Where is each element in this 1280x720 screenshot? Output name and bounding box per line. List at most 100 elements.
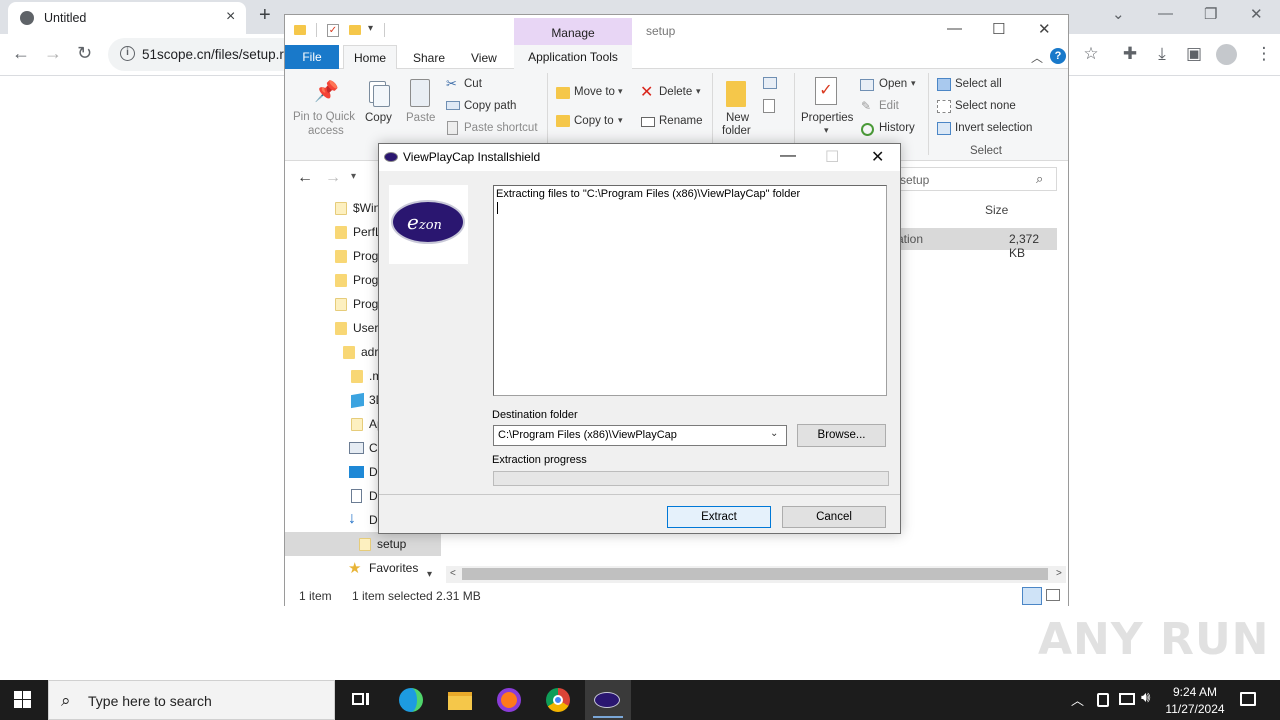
collapse-ribbon-icon[interactable]: ︿ <box>1031 49 1043 66</box>
notifications-icon[interactable] <box>1240 692 1256 706</box>
new-folder-qat-icon[interactable] <box>349 25 361 35</box>
qat-dropdown-icon[interactable]: ▾ <box>368 23 373 34</box>
task-view-icon[interactable] <box>346 686 376 714</box>
network-icon[interactable] <box>1119 693 1135 705</box>
help-icon[interactable]: ? <box>1050 48 1066 64</box>
new-item-icon[interactable] <box>763 77 777 89</box>
browse-button[interactable]: Browse... <box>797 424 886 447</box>
details-view-icon[interactable] <box>1022 587 1042 605</box>
taskbar-search[interactable]: ⌕ Type here to search <box>48 680 335 720</box>
easy-access-icon[interactable] <box>763 99 775 113</box>
clock[interactable]: 9:24 AM 11/27/2024 <box>1160 685 1230 717</box>
start-button[interactable] <box>14 691 32 709</box>
new-tab-button[interactable]: + <box>259 4 271 27</box>
tree-scroll-down-icon[interactable]: ▾ <box>427 569 432 580</box>
horizontal-scrollbar[interactable]: < > <box>446 566 1066 583</box>
edge-icon[interactable] <box>396 686 426 714</box>
rename-button[interactable]: Rename <box>659 115 702 127</box>
side-panel-icon[interactable]: ▣ <box>1184 44 1204 64</box>
open-button[interactable]: Open <box>879 78 907 90</box>
bookmark-star-icon[interactable]: ☆ <box>1081 44 1101 64</box>
cancel-button[interactable]: Cancel <box>782 506 886 528</box>
tab-application-tools[interactable]: Application Tools <box>514 45 632 69</box>
downloads-arrow-icon: ↓ <box>348 510 356 527</box>
close-icon[interactable]: ✕ <box>871 147 884 167</box>
minimize-icon[interactable]: — <box>1158 5 1173 22</box>
tree-item-label: Prog <box>353 297 379 311</box>
download-icon[interactable]: ⤓ <box>1152 44 1172 64</box>
search-icon[interactable]: ⌕ <box>1036 171 1043 187</box>
site-info-icon[interactable]: i <box>120 46 135 61</box>
qat-divider <box>316 23 317 37</box>
viewplaycap-taskbar-icon[interactable] <box>593 685 623 718</box>
chevron-down-icon: ▾ <box>696 86 701 96</box>
large-icons-view-icon[interactable] <box>1046 589 1060 601</box>
scroll-right-icon[interactable]: > <box>1056 568 1062 579</box>
scroll-thumb[interactable] <box>462 568 1048 580</box>
new-folder-label-2[interactable]: folder <box>722 125 751 137</box>
tree-item[interactable]: ★ Favorites <box>285 556 441 580</box>
cut-button[interactable]: Cut <box>464 78 482 90</box>
new-folder-label-1[interactable]: New <box>726 112 749 124</box>
network-drive-icon[interactable] <box>1097 693 1109 707</box>
select-all-button[interactable]: Select all <box>955 78 1002 90</box>
tab-home[interactable]: Home <box>343 45 397 70</box>
menu-kebab-icon[interactable]: ⋮ <box>1254 44 1274 64</box>
maximize-icon: ☐ <box>825 149 840 166</box>
scroll-left-icon[interactable]: < <box>450 568 456 579</box>
progress-label: Extraction progress <box>492 454 587 466</box>
tray-chevron-up-icon[interactable]: ︿ <box>1071 690 1084 709</box>
delete-button[interactable]: Delete <box>659 86 692 98</box>
forward-icon[interactable]: → <box>44 43 62 64</box>
destination-folder-combobox[interactable]: C:\Program Files (x86)\ViewPlayCap ⌄ <box>493 425 787 446</box>
select-none-button[interactable]: Select none <box>955 100 1016 112</box>
recent-locations-icon[interactable]: ▾ <box>351 171 356 182</box>
file-row[interactable]: ation 2,372 KB <box>891 228 1057 260</box>
tab-view[interactable]: View <box>471 51 497 65</box>
copy-to-button[interactable]: Copy to <box>574 115 614 127</box>
tree-item-selected[interactable]: setup <box>285 532 441 556</box>
volume-icon[interactable]: 🔊︎ <box>1141 689 1150 706</box>
maximize-icon[interactable]: ☐ <box>992 20 1005 38</box>
profile-avatar-icon[interactable] <box>1216 44 1237 65</box>
address-bar[interactable]: i 51scope.cn/files/setup.r <box>108 38 308 71</box>
restore-icon[interactable]: ❐ <box>1204 5 1217 23</box>
move-to-button[interactable]: Move to <box>574 86 615 98</box>
history-icon <box>861 123 874 136</box>
manage-contextual-tab[interactable]: Manage <box>514 18 632 45</box>
properties-icon: ✓ <box>815 77 837 105</box>
close-icon[interactable]: ✕ <box>1250 5 1263 23</box>
tab-search-icon[interactable]: ⌄ <box>1112 5 1125 23</box>
search-box[interactable]: setup ⌕ <box>891 167 1057 191</box>
back-icon[interactable]: ← <box>12 43 30 64</box>
tab-file[interactable]: File <box>285 45 339 69</box>
contacts-icon <box>349 442 364 454</box>
invert-selection-button[interactable]: Invert selection <box>955 122 1032 134</box>
extract-button[interactable]: Extract <box>667 506 771 528</box>
search-text: setup <box>900 173 930 187</box>
tab-share[interactable]: Share <box>413 51 445 65</box>
reload-icon[interactable]: ↻ <box>77 43 92 64</box>
chevron-down-icon[interactable]: ⌄ <box>770 428 778 439</box>
close-tab-icon[interactable]: × <box>226 8 235 26</box>
history-button[interactable]: History <box>879 122 915 134</box>
minimize-icon[interactable]: — <box>947 20 962 37</box>
firefox-icon[interactable] <box>494 686 524 714</box>
properties-button[interactable]: Properties <box>801 112 853 124</box>
minimize-icon[interactable]: — <box>780 147 796 165</box>
tree-item-label: adr <box>361 345 379 359</box>
column-header-size[interactable]: Size <box>985 203 1008 217</box>
copy-path-button[interactable]: Copy path <box>464 100 516 112</box>
forward-icon[interactable]: → <box>325 169 341 187</box>
file-explorer-icon[interactable] <box>445 686 475 714</box>
paste-label: Paste <box>406 112 436 124</box>
properties-check-icon[interactable]: ✓ <box>327 24 339 37</box>
extraction-log[interactable]: Extracting files to "C:\Program Files (x… <box>493 185 887 396</box>
close-icon[interactable]: ✕ <box>1038 20 1051 38</box>
extensions-icon[interactable]: ✚ <box>1120 44 1140 64</box>
selection-info: 1 item selected 2.31 MB <box>352 589 481 603</box>
back-icon[interactable]: ← <box>297 169 313 187</box>
edit-button[interactable]: Edit <box>879 100 899 112</box>
browser-tab[interactable]: Untitled × <box>8 2 246 34</box>
chrome-icon[interactable] <box>543 686 573 714</box>
